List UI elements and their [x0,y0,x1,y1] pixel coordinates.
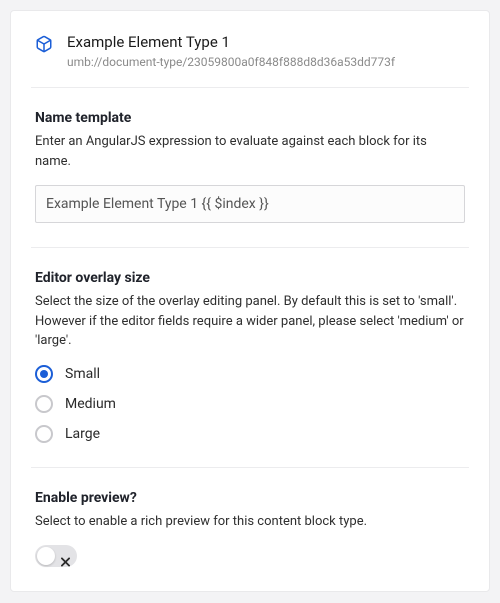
card-header: Example Element Type 1 umb://document-ty… [11,11,489,87]
settings-card: Example Element Type 1 umb://document-ty… [10,10,490,592]
overlay-size-option-label: Small [65,366,100,382]
radio-button-icon [35,365,53,383]
radio-button-icon [35,425,53,443]
box-icon [35,35,53,53]
section-name-template: Name template Enter an AngularJS express… [11,88,489,247]
enable-preview-description: Select to enable a rich preview for this… [35,512,465,532]
enable-preview-title: Enable preview? [35,490,465,506]
name-template-input[interactable] [35,185,465,223]
name-template-title: Name template [35,110,465,126]
header-texts: Example Element Type 1 umb://document-ty… [67,33,465,69]
overlay-size-description: Select the size of the overlay editing p… [35,292,465,351]
overlay-size-option-label: Medium [65,396,116,412]
radio-dot-icon [40,370,48,378]
close-icon [61,552,70,561]
section-enable-preview: Enable preview? Select to enable a rich … [11,468,489,592]
toggle-knob [37,547,55,565]
overlay-size-option-label: Large [65,426,100,442]
overlay-size-option[interactable]: Medium [35,395,465,413]
section-overlay-size: Editor overlay size Select the size of t… [11,248,489,467]
overlay-size-option[interactable]: Large [35,425,465,443]
header-uri: umb://document-type/23059800a0f848f888d8… [67,55,465,69]
name-template-description: Enter an AngularJS expression to evaluat… [35,132,465,171]
overlay-size-title: Editor overlay size [35,270,465,286]
radio-button-icon [35,395,53,413]
overlay-size-option[interactable]: Small [35,365,465,383]
header-title: Example Element Type 1 [67,33,465,51]
overlay-size-radio-group: Small Medium Large [35,365,465,443]
enable-preview-toggle[interactable] [35,545,77,567]
